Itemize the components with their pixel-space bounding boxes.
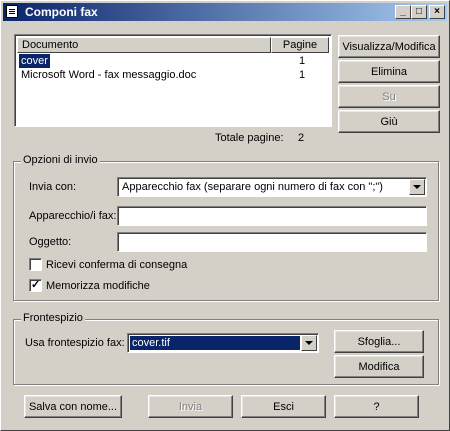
confirm-delivery-label: Ricevi conferma di consegna xyxy=(46,259,188,271)
dropdown-button[interactable] xyxy=(409,179,425,195)
save-changes-label: Memorizza modifiche xyxy=(46,280,150,292)
compose-fax-window: Componi fax _ □ × Documento Pagine cover… xyxy=(0,0,450,431)
browse-button[interactable]: Sfoglia... xyxy=(334,330,424,353)
cover-page-legend: Frontespizio xyxy=(21,312,85,324)
move-down-button[interactable]: Giù xyxy=(338,110,440,133)
dropdown-button[interactable] xyxy=(301,335,317,351)
fax-devices-label: Apparecchio/i fax: xyxy=(29,210,117,222)
fax-devices-field[interactable] xyxy=(117,206,427,226)
delete-button[interactable]: Elimina xyxy=(338,60,440,83)
document-list[interactable]: Documento Pagine cover 1 Microsoft Word … xyxy=(14,34,332,127)
window-title: Componi fax xyxy=(25,5,98,19)
send-button[interactable]: Invia xyxy=(148,395,233,418)
maximize-button[interactable]: □ xyxy=(411,5,427,19)
save-changes-checkbox[interactable]: ✓ xyxy=(29,279,42,292)
list-item[interactable]: cover 1 xyxy=(17,54,329,68)
move-up-button[interactable]: Su xyxy=(338,85,440,108)
title-bar: Componi fax _ □ × xyxy=(3,3,447,21)
close-button[interactable]: × xyxy=(429,5,445,19)
cover-value: cover.tif xyxy=(130,336,300,350)
edit-cover-button[interactable]: Modifica xyxy=(334,355,424,378)
fax-app-icon xyxy=(6,5,18,18)
document-pages: 1 xyxy=(299,55,306,67)
subject-field[interactable] xyxy=(117,232,427,252)
chevron-down-icon xyxy=(413,185,421,189)
view-edit-button[interactable]: Visualizza/Modifica xyxy=(338,35,440,58)
total-pages-value: 2 xyxy=(298,132,305,144)
confirm-delivery-checkbox[interactable] xyxy=(29,258,42,271)
minimize-button[interactable]: _ xyxy=(395,5,411,19)
document-name: cover xyxy=(19,54,50,68)
cover-dropdown[interactable]: cover.tif xyxy=(127,333,319,353)
column-header-pages[interactable]: Pagine xyxy=(271,37,329,53)
subject-label: Oggetto: xyxy=(29,236,72,248)
document-pages: 1 xyxy=(299,69,306,81)
send-with-label: Invia con: xyxy=(29,181,77,193)
save-as-button[interactable]: Salva con nome... xyxy=(24,395,122,418)
total-pages-label: Totale pagine: xyxy=(215,132,284,144)
checkmark-icon: ✓ xyxy=(31,279,41,291)
chevron-down-icon xyxy=(305,341,313,345)
use-cover-label: Usa frontespizio fax: xyxy=(25,337,125,349)
send-options-legend: Opzioni di invio xyxy=(21,154,100,166)
document-name: Microsoft Word - fax messaggio.doc xyxy=(21,69,197,81)
exit-button[interactable]: Esci xyxy=(241,395,326,418)
send-with-value: Apparecchio fax (separare ogni numero di… xyxy=(122,181,383,193)
help-button[interactable]: ? xyxy=(334,395,419,418)
column-header-document[interactable]: Documento xyxy=(17,37,271,53)
send-with-dropdown[interactable]: Apparecchio fax (separare ogni numero di… xyxy=(117,177,427,197)
list-item[interactable]: Microsoft Word - fax messaggio.doc 1 xyxy=(17,68,329,82)
